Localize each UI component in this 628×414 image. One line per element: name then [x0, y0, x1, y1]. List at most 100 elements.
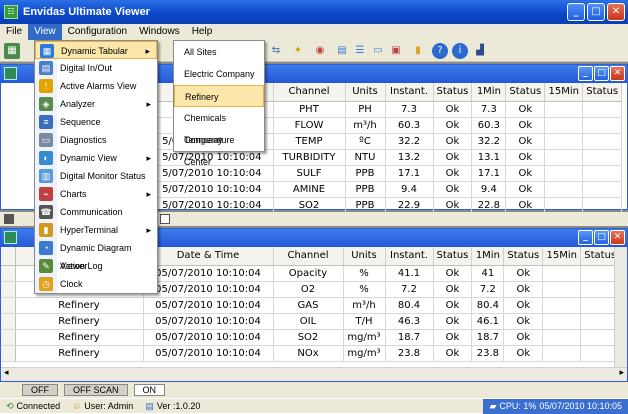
toolbar-monitor-icon[interactable]: ▟ [472, 43, 488, 59]
table-cell [542, 281, 582, 298]
col-header[interactable]: Units [345, 83, 386, 102]
row-header[interactable] [1, 281, 16, 298]
table-cell: 9.4 [471, 181, 507, 198]
row-header[interactable] [1, 265, 16, 282]
maximize-button[interactable]: □ [587, 3, 605, 21]
toolbar-star-icon[interactable]: ✦ [290, 43, 306, 59]
submenu-item[interactable]: Chemicals Company [174, 107, 264, 145]
submenu-item[interactable]: All Sites [174, 41, 264, 63]
col-header[interactable]: 1Min [471, 83, 507, 102]
top-close-button[interactable]: ✕ [610, 66, 625, 81]
menu-windows[interactable]: Windows [133, 24, 186, 40]
view-menu-item[interactable]: ◐ Dynamic View ▸ [35, 149, 157, 167]
table-row[interactable]: 5/07/2010 10:10:04 AMINE PPB 9.4 Ok 9.4 Ok [151, 181, 623, 198]
col-header[interactable]: Channel [273, 83, 346, 102]
table-icon: ▦ [40, 44, 54, 58]
table-cell: 7.2 [471, 281, 505, 298]
menu-configuration[interactable]: Configuration [62, 24, 133, 40]
col-header[interactable]: 15Min [544, 83, 584, 102]
menu-view[interactable]: View [28, 24, 62, 40]
col-header[interactable]: Status [582, 83, 623, 102]
bottom-maximize-button[interactable]: □ [594, 230, 609, 245]
table-cell: m³/h [343, 297, 386, 314]
view-menu-item[interactable]: ⌁ Charts ▸ [35, 185, 157, 203]
view-menu-item[interactable]: ≡ Sequence [35, 113, 157, 131]
help-icon[interactable]: ? [432, 43, 448, 59]
table-cell: mg/m³ [343, 345, 386, 362]
view-menu-item[interactable]: ! Active Alarms View [35, 77, 157, 95]
col-header[interactable]: Status [503, 247, 544, 266]
submenu-item[interactable]: Refinery [174, 85, 264, 107]
bottom-minimize-button[interactable]: _ [578, 230, 593, 245]
table-row[interactable]: 5/07/2010 10:10:04 SO2 PPB 22.9 Ok 22.8 Ok [151, 197, 623, 214]
toolbar-chart-icon[interactable]: ▣ [388, 43, 404, 59]
view-menu-item[interactable]: ▦ Dynamic Tabular ▸ [35, 41, 157, 59]
off-button[interactable]: OFF [22, 384, 58, 396]
toolbar-nav-icon[interactable]: ⇆ [268, 43, 284, 59]
col-header[interactable]: Date & Time [143, 247, 274, 266]
top-maximize-button[interactable]: □ [594, 66, 609, 81]
col-header[interactable]: Status [505, 83, 546, 102]
view-menu-item[interactable]: ▭ Diagnostics [35, 131, 157, 149]
menu-file[interactable]: File [0, 24, 28, 40]
table-row[interactable]: Refinery 05/07/2010 10:10:04 SO2 mg/m³ 18.7 O… [1, 329, 621, 346]
col-header[interactable]: Instant. [385, 83, 434, 102]
col-header[interactable]: Status [433, 247, 473, 266]
row-header[interactable] [1, 313, 16, 330]
col-header[interactable]: 1Min [471, 247, 505, 266]
col-header[interactable]: Units [343, 247, 386, 266]
close-button[interactable]: ✕ [607, 3, 625, 21]
col-header[interactable]: Channel [273, 247, 344, 266]
view-menu-item[interactable]: ▮ HyperTerminal ▸ [35, 221, 157, 239]
row-header[interactable] [1, 345, 16, 362]
table-cell: 41.1 [385, 265, 434, 282]
table-row[interactable]: Refinery 05/07/2010 10:10:04 GAS m³/h 80.4 Ok… [1, 297, 621, 314]
table-cell: Ok [433, 345, 473, 362]
view-menu-item[interactable]: ◔ Dynamic Diagram Viewer [35, 239, 157, 271]
minimized-window-icon[interactable] [4, 214, 14, 224]
view-menu-item-label: Action Log [60, 261, 103, 271]
menu-help[interactable]: Help [186, 24, 219, 40]
table-row[interactable]: 5/07/2010 10:10:04 SULF PPB 17.1 Ok 17.1 Ok [151, 165, 623, 182]
table-row[interactable]: Refinery 05/07/2010 10:10:04 OIL T/H 46.3 Ok 4… [1, 313, 621, 330]
dynamic-view-icon: ◐ [39, 151, 53, 165]
view-menu-item[interactable]: ◷ Clock [35, 275, 157, 293]
table-cell [582, 117, 623, 134]
toolbar-list-icon[interactable]: ☰ [352, 43, 368, 59]
scroll-right-icon[interactable]: ▸ [619, 368, 624, 378]
table-cell: Ok [505, 165, 546, 182]
toolbar-bar-icon[interactable]: ▮ [410, 43, 426, 59]
toolbar-diagram-icon[interactable]: ▤ [334, 43, 350, 59]
view-menu-item[interactable]: ▥ Digital Monitor Status [35, 167, 157, 185]
table-row[interactable]: Refinery 05/07/2010 10:10:04 NOx mg/m³ 23.8 O… [1, 345, 621, 362]
table-cell: Ok [433, 313, 473, 330]
table-cell: Ok [505, 197, 546, 214]
scroll-left-icon[interactable]: ◂ [4, 368, 9, 378]
bottom-close-button[interactable]: ✕ [610, 230, 625, 245]
toolbar-window-icon[interactable]: ▭ [370, 43, 386, 59]
off-scan-button[interactable]: OFF SCAN [64, 384, 128, 396]
view-menu-item[interactable]: ◈ Analyzer ▸ [35, 95, 157, 113]
col-header[interactable]: 15Min [542, 247, 582, 266]
view-menu-item[interactable]: ▤ Digital In/Out [35, 59, 157, 77]
top-minimize-button[interactable]: _ [578, 66, 593, 81]
toolbar-gauge-icon[interactable]: ◉ [312, 43, 328, 59]
on-button[interactable]: ON [133, 384, 166, 396]
status-bar: ⟲ Connected ☺ User: Admin ▤ Ver :1.0.20 ▰ CP… [0, 398, 628, 414]
info-icon[interactable]: i [452, 43, 468, 59]
submenu-item[interactable]: Electric Company [174, 63, 264, 85]
view-menu-item[interactable]: ☎ Communication [35, 203, 157, 221]
table-cell: Ok [503, 345, 544, 362]
col-header[interactable]: Status [433, 83, 473, 102]
col-header[interactable]: Instant. [385, 247, 434, 266]
table-cell: Ok [505, 181, 546, 198]
submenu-item[interactable]: Temperature Center [174, 129, 264, 167]
row-header[interactable] [1, 329, 16, 346]
horizontal-scrollbar[interactable]: ◂ ▸ [1, 367, 627, 381]
minimized-window-button[interactable] [160, 214, 170, 224]
view-menu-item[interactable]: ✎ Action Log [35, 257, 157, 275]
toolbar-grid-icon[interactable]: ▦ [4, 43, 20, 59]
vertical-scrollbar[interactable] [614, 247, 627, 369]
row-header[interactable] [1, 297, 16, 314]
minimize-button[interactable]: _ [567, 3, 585, 21]
